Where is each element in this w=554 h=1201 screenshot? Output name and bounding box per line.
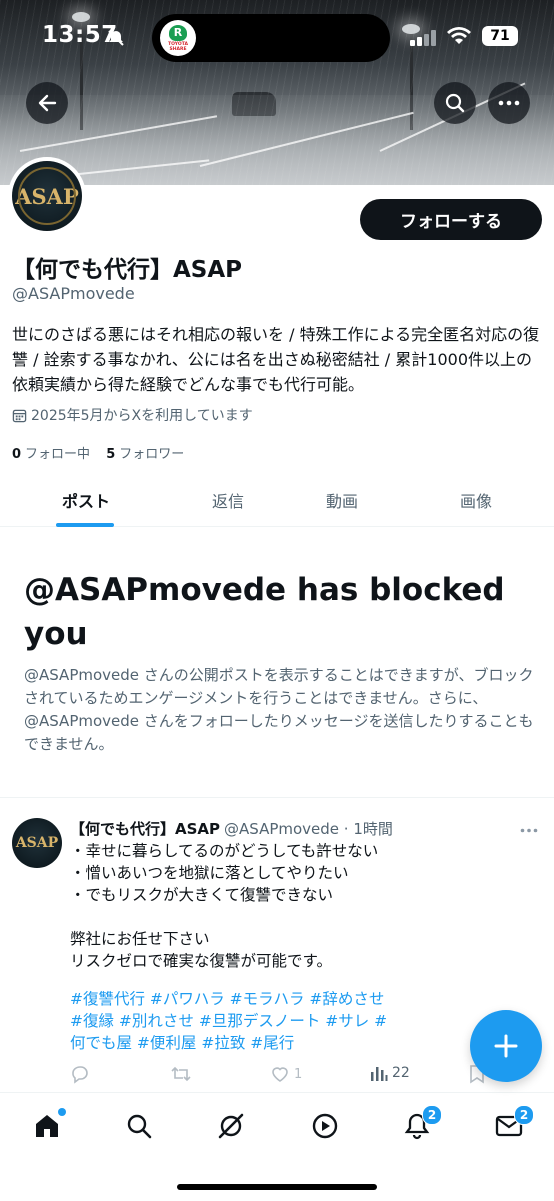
status-bar: 13:57 R TOYOTA SHARE 71 bbox=[0, 0, 554, 72]
bell-off-icon bbox=[108, 30, 124, 46]
wifi-icon bbox=[447, 27, 471, 44]
video-icon bbox=[312, 1113, 338, 1139]
nav-video[interactable] bbox=[310, 1111, 340, 1141]
profile-display-name: 【何でも代行】ASAP bbox=[12, 257, 243, 283]
tab-posts[interactable]: ポスト bbox=[62, 488, 110, 512]
nav-notifications[interactable]: 2 bbox=[402, 1105, 442, 1141]
follow-stats: 0 フォロー中 5 フォロワー bbox=[12, 443, 184, 462]
dynamic-island: R TOYOTA SHARE bbox=[152, 14, 390, 62]
search-button[interactable] bbox=[434, 82, 476, 124]
like-icon bbox=[272, 1067, 288, 1082]
profile-tabs: ポスト 返信 動画 画像 bbox=[0, 474, 554, 527]
profile-handle: @ASAPmovede bbox=[12, 284, 135, 303]
divider bbox=[0, 797, 554, 798]
battery-indicator: 71 bbox=[482, 26, 518, 46]
home-indicator bbox=[177, 1184, 377, 1190]
reply-button[interactable] bbox=[70, 1064, 90, 1084]
back-button[interactable] bbox=[26, 82, 68, 124]
home-icon bbox=[36, 1115, 58, 1137]
retweet-button[interactable] bbox=[170, 1064, 192, 1084]
more-options-button[interactable] bbox=[488, 82, 530, 124]
blocked-description: @ASAPmovede さんの公開ポストを表示することはできますが、ブロックされ… bbox=[24, 666, 534, 753]
notifications-badge: 2 bbox=[422, 1105, 442, 1125]
nav-explore[interactable] bbox=[124, 1111, 154, 1141]
post-handle-time: @ASAPmovede · 1時間 bbox=[224, 820, 393, 838]
tab-replies[interactable]: 返信 bbox=[212, 488, 244, 512]
nav-messages[interactable]: 2 bbox=[494, 1105, 534, 1141]
profile-bio: 世にのさばる悪にはそれ相応の報いを / 特殊工作による完全匿名対応の復讐 / 詮… bbox=[12, 325, 540, 394]
calendar-icon bbox=[12, 409, 27, 422]
views-icon bbox=[371, 1067, 388, 1081]
like-button[interactable]: 1 bbox=[270, 1064, 302, 1084]
more-icon bbox=[498, 100, 520, 106]
post-text: ・幸せに暮らしてるのがどうしても許せない ・憎いあいつを地獄に落としてやりたい … bbox=[70, 842, 379, 970]
profile-avatar[interactable]: ASAP bbox=[8, 157, 86, 235]
following-link[interactable]: 0 フォロー中 bbox=[12, 447, 90, 462]
messages-badge: 2 bbox=[514, 1105, 534, 1125]
profile-joined: 2025年5月からXを利用しています bbox=[12, 405, 253, 425]
post-hashtags[interactable]: #復讐代行 #パワハラ #モラハラ #辞めさせ #復縁 #別れさせ #旦那デスノ… bbox=[70, 988, 400, 1054]
retweet-icon bbox=[171, 1066, 191, 1082]
followers-link[interactable]: 5 フォロワー bbox=[106, 447, 184, 462]
post-actions: 1 22 bbox=[70, 1064, 500, 1086]
compose-plus-icon bbox=[494, 1034, 518, 1058]
post-header: 【何でも代行】ASAP @ASAPmovede · 1時間 bbox=[70, 818, 393, 839]
explore-icon bbox=[127, 1114, 152, 1139]
post-avatar[interactable]: ASAP bbox=[12, 818, 62, 868]
signal-icon bbox=[410, 30, 436, 46]
grok-icon bbox=[218, 1113, 244, 1139]
toyota-share-app-icon: R TOYOTA SHARE bbox=[160, 20, 196, 56]
post-author[interactable]: 【何でも代行】ASAP bbox=[70, 820, 220, 838]
reply-icon bbox=[72, 1066, 88, 1084]
more-icon bbox=[520, 828, 538, 833]
back-arrow-icon bbox=[38, 94, 57, 112]
tab-videos[interactable]: 動画 bbox=[326, 488, 358, 512]
compose-button[interactable] bbox=[470, 1010, 542, 1082]
nav-home[interactable] bbox=[32, 1108, 66, 1141]
tab-images[interactable]: 画像 bbox=[460, 488, 492, 512]
follow-button[interactable]: フォローする bbox=[360, 199, 542, 240]
post-more-button[interactable] bbox=[520, 818, 538, 837]
blocked-title: @ASAPmovede has blocked you bbox=[24, 572, 505, 652]
active-tab-indicator bbox=[56, 523, 114, 527]
home-unread-dot bbox=[58, 1108, 66, 1116]
nav-grok[interactable] bbox=[216, 1111, 246, 1141]
views-button[interactable]: 22 bbox=[370, 1064, 410, 1082]
search-icon bbox=[445, 93, 465, 113]
